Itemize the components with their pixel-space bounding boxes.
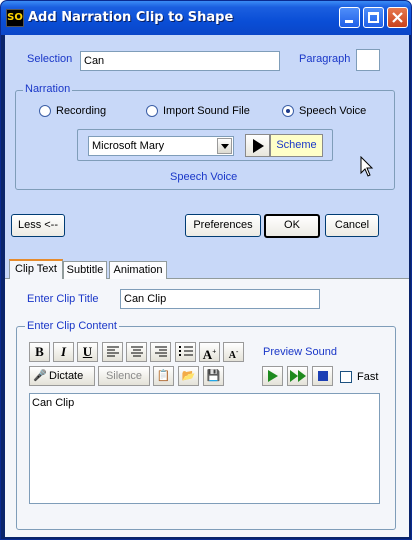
stop-icon — [317, 371, 328, 381]
align-center-icon — [130, 346, 143, 357]
align-right-icon — [154, 346, 167, 357]
maximize-icon — [368, 12, 379, 23]
window-title: Add Narration Clip to Shape — [28, 10, 234, 25]
italic-button[interactable]: I — [53, 342, 74, 362]
tab-clip-text[interactable]: Clip Text — [9, 259, 63, 279]
bullets-button[interactable] — [175, 342, 196, 362]
play-green-icon — [267, 370, 278, 382]
dictate-label: Dictate — [49, 370, 84, 382]
shrink-font-icon: A- — [228, 348, 239, 362]
fast-forward-icon — [289, 370, 306, 382]
chevron-down-icon[interactable] — [217, 138, 232, 154]
close-button[interactable] — [387, 7, 408, 28]
minimize-button[interactable] — [339, 7, 360, 28]
save-icon: 💾 — [206, 370, 221, 382]
shrink-font-button[interactable]: A- — [223, 342, 244, 362]
underline-icon: U — [82, 344, 93, 359]
preview-stop-button[interactable] — [312, 366, 333, 386]
mouse-cursor-icon — [360, 156, 374, 177]
tab-animation[interactable]: Animation — [109, 261, 167, 279]
align-left-icon — [106, 346, 119, 357]
italic-icon: I — [60, 344, 67, 359]
radio-import-sound-file[interactable] — [146, 105, 158, 117]
radio-import-label: Import Sound File — [163, 105, 250, 117]
open-folder-icon: 📂 — [181, 370, 196, 382]
radio-recording[interactable] — [39, 105, 51, 117]
tab-subtitle[interactable]: Subtitle — [63, 261, 107, 279]
fast-checkbox[interactable] — [340, 371, 352, 383]
microphone-icon: 🎤 — [33, 370, 47, 382]
clip-content-title: Enter Clip Content — [25, 320, 119, 332]
paragraph-label: Paragraph — [299, 53, 351, 65]
close-icon — [392, 12, 403, 23]
preview-sound-label: Preview Sound — [263, 346, 337, 358]
save-button[interactable]: 💾 — [203, 366, 224, 386]
fast-label: Fast — [357, 371, 379, 383]
cancel-button[interactable]: Cancel — [325, 214, 379, 237]
dialog-window: SO Add Narration Clip to Shape Selection… — [0, 0, 412, 540]
align-left-button[interactable] — [102, 342, 123, 362]
selection-label: Selection — [27, 53, 73, 65]
clip-content-textarea[interactable]: Can Clip — [29, 393, 380, 504]
paste-icon: 📋 — [156, 370, 171, 382]
maximize-button[interactable] — [363, 7, 384, 28]
speech-voice-caption: Speech Voice — [170, 171, 238, 183]
underline-button[interactable]: U — [77, 342, 98, 362]
preferences-button[interactable]: Preferences — [185, 214, 261, 237]
dialog-client: Selection Can Paragraph Narration Record… — [5, 35, 409, 537]
open-file-button[interactable]: 📂 — [178, 366, 199, 386]
preview-play-button[interactable] — [262, 366, 283, 386]
play-icon — [253, 139, 264, 153]
selection-input[interactable]: Can — [80, 51, 280, 71]
align-right-button[interactable] — [150, 342, 171, 362]
align-center-button[interactable] — [126, 342, 147, 362]
play-voice-button[interactable] — [245, 134, 270, 157]
voice-select-value: Microsoft Mary — [92, 140, 165, 152]
paste-button[interactable]: 📋 — [153, 366, 174, 386]
clip-title-input[interactable]: Can Clip — [120, 289, 320, 309]
silence-button[interactable]: Silence — [98, 366, 150, 386]
ok-button[interactable]: OK — [264, 214, 320, 238]
app-icon: SO — [6, 9, 24, 27]
less-button[interactable]: Less <-- — [11, 214, 65, 237]
narration-group-title: Narration — [23, 83, 73, 95]
bold-icon: B — [35, 344, 44, 359]
radio-speech-voice[interactable] — [282, 105, 294, 117]
paragraph-input[interactable] — [356, 49, 380, 71]
title-bar[interactable]: SO Add Narration Clip to Shape — [1, 1, 411, 35]
grow-font-button[interactable]: A+ — [199, 342, 220, 362]
radio-recording-label: Recording — [56, 105, 107, 117]
bold-button[interactable]: B — [29, 342, 50, 362]
scheme-button[interactable]: Scheme — [270, 134, 323, 157]
clip-title-label: Enter Clip Title — [27, 293, 99, 305]
bullet-list-icon — [178, 346, 193, 356]
voice-select[interactable]: Microsoft Mary — [88, 136, 234, 156]
dictate-button[interactable]: 🎤 Dictate — [29, 366, 95, 386]
preview-fast-forward-button[interactable] — [287, 366, 308, 386]
radio-speech-voice-label: Speech Voice — [299, 105, 367, 117]
minimize-icon — [345, 20, 353, 23]
grow-font-icon: A+ — [202, 347, 217, 363]
